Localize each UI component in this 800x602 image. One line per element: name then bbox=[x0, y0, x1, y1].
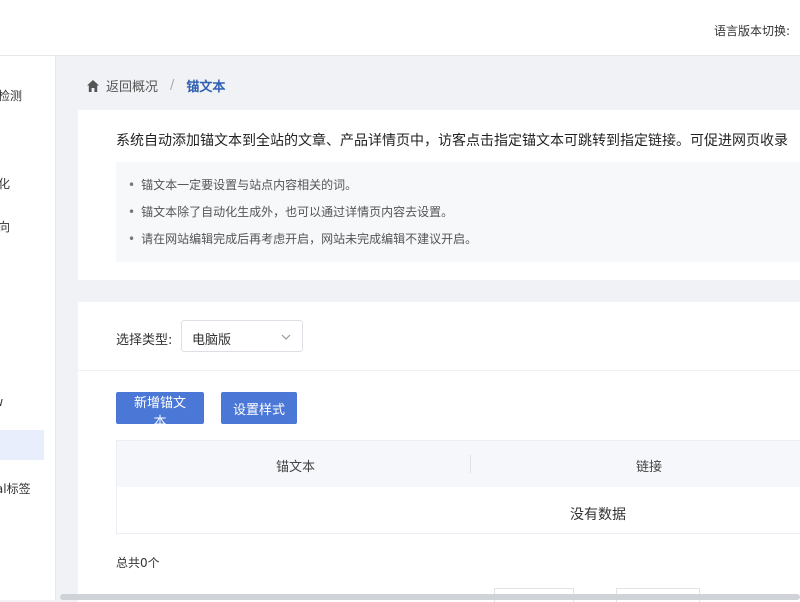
sidebar-item[interactable]: p bbox=[0, 343, 55, 373]
empty-state-text: 没有数据 bbox=[570, 507, 626, 523]
breadcrumb-separator: / bbox=[170, 78, 175, 93]
anchor-list-card: 选择类型: 电脑版 新增锚文本 设置样式 锚文本 链接 没有数据 总共0个 bbox=[78, 302, 800, 602]
sidebar-item-label: 化检测 bbox=[0, 89, 23, 103]
column-header-anchor: 锚文本 bbox=[276, 460, 316, 475]
column-separator bbox=[470, 455, 471, 473]
tip-item: 锚文本一定要设置与站点内容相关的词。 bbox=[128, 176, 357, 193]
breadcrumb-home-link[interactable]: 返回概况 bbox=[106, 76, 158, 95]
tip-item: 锚文本除了自动化生成外，也可以通过详情页内容去设置。 bbox=[128, 203, 453, 220]
sidebar-item-label: ical标签 bbox=[0, 482, 31, 496]
sidebar-item[interactable]: 子 bbox=[0, 517, 55, 547]
total-count: 总共0个 bbox=[116, 556, 160, 570]
main-content: 返回概况 / 锚文本 系统自动添加锚文本到全站的文章、产品详情页中，访客点击指定… bbox=[56, 56, 800, 602]
sidebar-item-label: 态化 bbox=[0, 169, 10, 199]
sidebar-item-label: 定向 bbox=[0, 212, 10, 242]
sidebar-item[interactable]: ical标签 bbox=[0, 474, 55, 504]
home-icon[interactable] bbox=[86, 79, 100, 93]
sidebar-item[interactable]: ow bbox=[0, 387, 55, 417]
intro-card: 系统自动添加锚文本到全站的文章、产品详情页中，访客点击指定锚文本可跳转到指定链接… bbox=[78, 110, 800, 280]
table-header: 锚文本 链接 bbox=[117, 441, 800, 487]
divider bbox=[78, 370, 800, 371]
type-select[interactable]: 电脑版 bbox=[181, 320, 303, 352]
sidebar-item-label: ow bbox=[0, 387, 3, 417]
breadcrumb-current: 锚文本 bbox=[186, 80, 226, 95]
sidebar-item[interactable]: 态化 bbox=[0, 169, 55, 199]
anchor-table: 锚文本 链接 没有数据 bbox=[116, 440, 800, 534]
chevron-down-icon bbox=[281, 334, 291, 340]
sidebar-item[interactable]: 化检测 bbox=[0, 81, 55, 111]
set-style-button[interactable]: 设置样式 bbox=[221, 392, 297, 424]
sidebar-item-active[interactable] bbox=[0, 430, 44, 460]
sidebar-item[interactable]: 面 bbox=[0, 256, 55, 286]
intro-text: 系统自动添加锚文本到全站的文章、产品详情页中，访客点击指定锚文本可跳转到指定链接… bbox=[116, 133, 788, 149]
type-select-value: 电脑版 bbox=[192, 333, 232, 348]
sidebar: 化检测 置 态化 定向 面 关 p ow ical标签 子 bbox=[0, 56, 56, 600]
add-anchor-button[interactable]: 新增锚文本 bbox=[116, 392, 204, 430]
horizontal-scrollbar[interactable] bbox=[60, 594, 800, 600]
top-bar: 语言版本切换: bbox=[0, 0, 800, 56]
sidebar-item[interactable]: 置 bbox=[0, 125, 55, 155]
sidebar-item[interactable]: 定向 bbox=[0, 212, 55, 242]
sidebar-item[interactable]: 关 bbox=[0, 299, 55, 329]
breadcrumb: 返回概况 / 锚文本 bbox=[86, 76, 225, 95]
column-header-link: 链接 bbox=[636, 460, 663, 475]
language-switch-label[interactable]: 语言版本切换: bbox=[714, 22, 790, 39]
type-filter-label: 选择类型: bbox=[116, 333, 173, 348]
tip-item: 请在网站编辑完成后再考虑开启，网站未完成编辑不建议开启。 bbox=[128, 230, 477, 247]
tips-box: 锚文本一定要设置与站点内容相关的词。 锚文本除了自动化生成外，也可以通过详情页内… bbox=[116, 162, 800, 262]
